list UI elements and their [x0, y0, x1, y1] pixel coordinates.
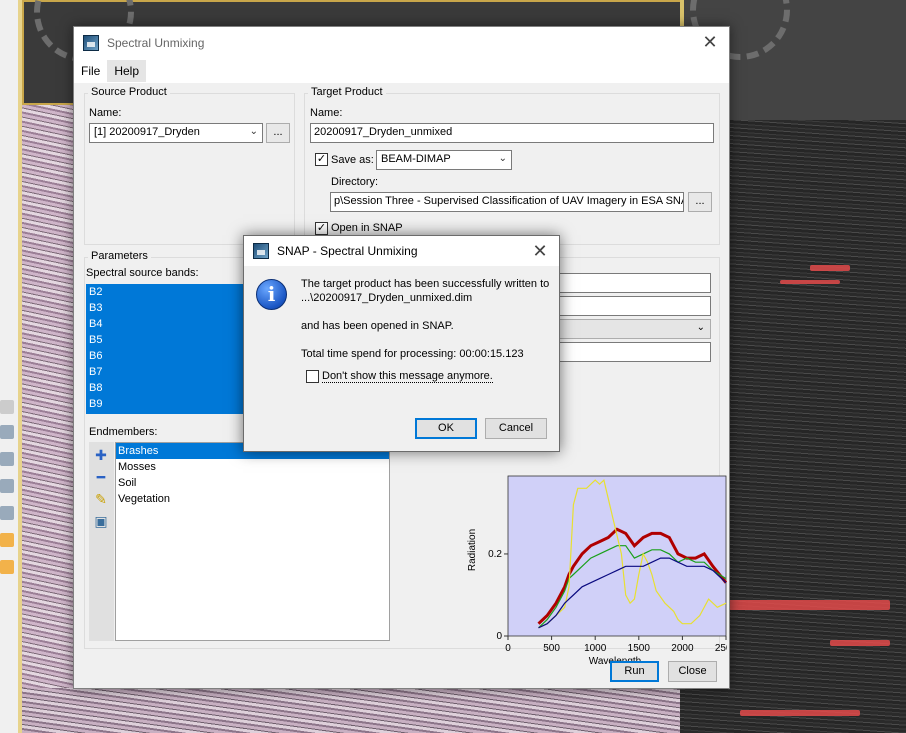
chevron-down-icon: ⌄: [249, 126, 258, 137]
y-axis-label: Radiation: [467, 529, 478, 571]
menu-help[interactable]: Help: [107, 59, 147, 82]
window-title: Spectral Unmixing: [107, 35, 205, 50]
close-icon[interactable]: ✕: [529, 240, 551, 262]
band-item[interactable]: B3: [86, 300, 243, 316]
source-browse-button[interactable]: ...: [266, 123, 290, 143]
zoom-icon[interactable]: [0, 479, 14, 493]
spectral-bands-label: Spectral source bands:: [86, 267, 199, 279]
endmember-item[interactable]: Vegetation: [116, 491, 389, 507]
message-line-2: ...\20200917_Dryden_unmixed.dim: [301, 292, 473, 304]
chevron-down-icon: ⌄: [498, 153, 507, 164]
red-pixels: [780, 280, 840, 284]
red-pixels: [830, 640, 890, 646]
format-select[interactable]: BEAM-DIMAP ⌄: [376, 150, 512, 170]
message-line-1: The target product has been successfully…: [301, 278, 550, 290]
endmember-item[interactable]: Mosses: [116, 459, 389, 475]
red-pixels: [740, 710, 860, 716]
message-line-4: Total time spend for processing: 00:00:1…: [301, 348, 524, 360]
x-tick-label: 2000: [671, 643, 694, 654]
band-item[interactable]: B2: [86, 284, 243, 300]
spectrum-chart: 0500100015002000250000.2 Radiation Wavel…: [467, 475, 727, 667]
directory-label: Directory:: [331, 176, 379, 188]
endmembers-list[interactable]: Brashes Mosses Soil Vegetation: [115, 442, 390, 641]
parameter-field[interactable]: [554, 342, 711, 362]
target-product-title: Target Product: [308, 86, 386, 98]
add-icon[interactable]: ✚: [92, 446, 110, 464]
plot-area: [507, 475, 727, 637]
zoom-icon[interactable]: [0, 506, 14, 520]
source-name-label: Name:: [89, 107, 122, 119]
ok-button[interactable]: OK: [415, 418, 477, 439]
run-button[interactable]: Run: [610, 661, 659, 682]
minimize-icon[interactable]: [0, 400, 14, 414]
endmember-toolbar: ✚ ━ ✎ ▣: [89, 442, 114, 641]
band-item[interactable]: B7: [86, 364, 243, 380]
x-tick-label: 500: [543, 643, 560, 654]
title-bar[interactable]: Spectral Unmixing ✕: [74, 27, 729, 58]
y-tick-label: 0: [496, 631, 502, 642]
hand-icon[interactable]: [0, 533, 14, 547]
format-value: BEAM-DIMAP: [381, 153, 451, 165]
parameter-field[interactable]: [554, 273, 711, 293]
info-icon: i: [256, 279, 287, 310]
directory-browse-button[interactable]: ...: [688, 192, 712, 212]
target-name-input[interactable]: 20200917_Dryden_unmixed: [310, 123, 714, 143]
source-product-select[interactable]: [1] 20200917_Dryden ⌄: [89, 123, 263, 143]
menu-file[interactable]: File: [74, 60, 107, 82]
background-image-bottom: [22, 688, 682, 733]
dont-show-checkbox[interactable]: [306, 370, 319, 383]
band-item[interactable]: B9: [86, 396, 243, 412]
x-tick-label: 1000: [584, 643, 607, 654]
save-as-label: Save as:: [331, 154, 374, 166]
red-pixels: [810, 265, 850, 271]
band-item[interactable]: B4: [86, 316, 243, 332]
close-button[interactable]: Close: [668, 661, 717, 682]
endmember-item[interactable]: Soil: [116, 475, 389, 491]
clear-icon[interactable]: ✎: [92, 490, 110, 508]
source-product-title: Source Product: [88, 86, 170, 98]
snap-app-icon: [83, 34, 99, 51]
target-name-label: Name:: [310, 107, 343, 119]
message-title-bar[interactable]: SNAP - Spectral Unmixing ✕: [244, 236, 559, 266]
open-in-snap-checkbox[interactable]: ✓: [315, 222, 328, 235]
export-icon[interactable]: ▣: [92, 512, 110, 530]
snap-app-icon: [253, 243, 269, 259]
zoom-icon[interactable]: [0, 452, 14, 466]
zoom-icon[interactable]: [0, 425, 14, 439]
save-as-checkbox[interactable]: ✓: [315, 153, 328, 166]
remove-icon[interactable]: ━: [92, 468, 110, 486]
chevron-down-icon: ⌄: [696, 322, 705, 333]
directory-input[interactable]: p\Session Three - Supervised Classificat…: [330, 192, 684, 212]
parameters-title: Parameters: [88, 250, 151, 262]
message-line-3: and has been opened in SNAP.: [301, 320, 454, 332]
open-in-snap-label: Open in SNAP: [331, 222, 403, 234]
band-item[interactable]: B5: [86, 332, 243, 348]
band-item[interactable]: B6: [86, 348, 243, 364]
parameter-select[interactable]: ⌄: [554, 319, 711, 339]
band-item[interactable]: B8: [86, 380, 243, 396]
y-tick-label: 0.2: [488, 549, 502, 560]
hand-icon[interactable]: [0, 560, 14, 574]
x-tick-label: 1500: [628, 643, 651, 654]
parameter-field[interactable]: [554, 296, 711, 316]
spectral-bands-list[interactable]: B2 B3 B4 B5 B6 B7 B8 B9: [86, 284, 243, 414]
menu-bar: File Help: [74, 58, 729, 83]
endmembers-label: Endmembers:: [89, 426, 158, 438]
x-tick-label: 2500: [715, 643, 727, 654]
source-product-value: [1] 20200917_Dryden: [94, 126, 200, 138]
dont-show-label: Don't show this message anymore.: [322, 370, 493, 383]
close-icon[interactable]: ✕: [699, 31, 721, 53]
message-title: SNAP - Spectral Unmixing: [277, 244, 418, 258]
cancel-button[interactable]: Cancel: [485, 418, 547, 439]
x-tick-label: 0: [505, 643, 511, 654]
message-dialog: SNAP - Spectral Unmixing ✕ i The target …: [243, 235, 560, 452]
